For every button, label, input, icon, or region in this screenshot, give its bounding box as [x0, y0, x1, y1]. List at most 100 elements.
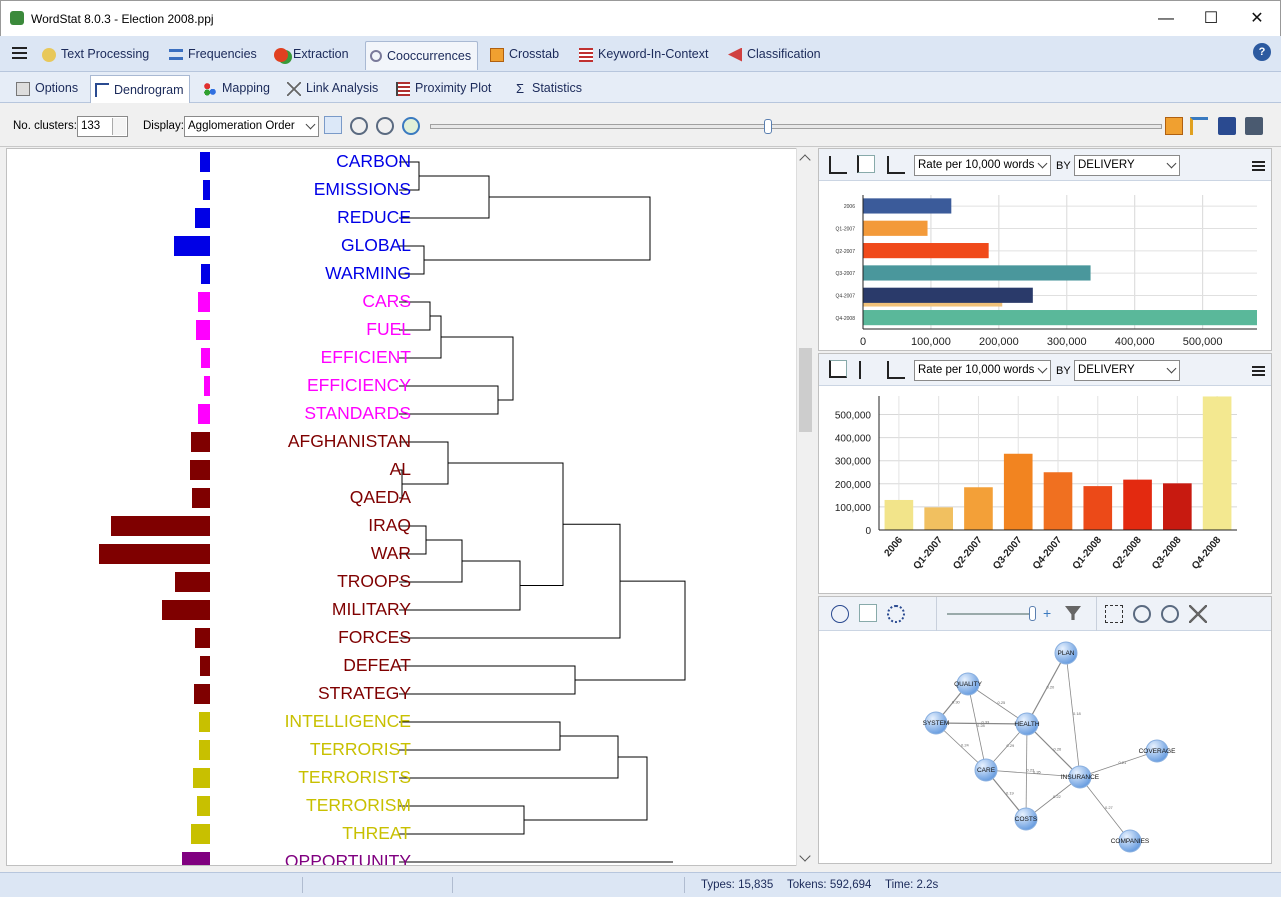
bar[interactable]: [863, 220, 928, 236]
dendrogram-word[interactable]: IRAQ: [368, 515, 411, 536]
bar[interactable]: [964, 487, 993, 530]
vertical-bar-chart-icon[interactable]: [829, 360, 847, 378]
dendrogram-word[interactable]: GLOBAL: [341, 235, 411, 256]
dendrogram-word[interactable]: AFGHANISTAN: [288, 431, 411, 452]
dendrogram-word[interactable]: STRATEGY: [318, 683, 411, 704]
by-select[interactable]: DELIVERY: [1074, 360, 1180, 381]
zoom-in-icon[interactable]: [1133, 605, 1151, 623]
bar[interactable]: [1123, 479, 1152, 530]
save-icon[interactable]: [1245, 117, 1263, 135]
line-chart-icon[interactable]: [887, 156, 905, 174]
tab-frequencies[interactable]: Frequencies: [165, 41, 263, 68]
bar[interactable]: [1083, 486, 1113, 530]
filter-icon[interactable]: [1065, 606, 1081, 620]
network-slider-thumb[interactable]: [1029, 606, 1036, 621]
tab-text-processing[interactable]: Text Processing: [38, 41, 155, 68]
chart-toolbar: Rate per 10,000 words BY DELIVERY: [819, 149, 1271, 181]
zoom-slider[interactable]: [430, 119, 1162, 134]
bar[interactable]: [863, 287, 1033, 303]
bar[interactable]: [1163, 483, 1192, 530]
dendrogram-word[interactable]: TERRORIST: [310, 739, 411, 760]
dendrogram-word[interactable]: THREAT: [342, 823, 411, 844]
tab-keyword-in-context[interactable]: Keyword-In-Context: [575, 41, 714, 68]
bar[interactable]: [863, 243, 989, 259]
dendrogram-word[interactable]: EFFICIENT: [321, 347, 411, 368]
tab-statistics[interactable]: Σ Statistics: [509, 75, 588, 102]
spinner-arrows-icon[interactable]: [112, 118, 126, 135]
dendrogram-word[interactable]: FUEL: [366, 319, 411, 340]
dendrogram-scrollbar[interactable]: [796, 148, 814, 866]
dendrogram-word[interactable]: TERRORISM: [306, 795, 411, 816]
scroll-down-icon[interactable]: [799, 850, 811, 862]
tab-link-analysis[interactable]: Link Analysis: [283, 75, 384, 102]
tab-dendrogram[interactable]: Dendrogram: [90, 75, 191, 104]
scatter-layout-icon[interactable]: [859, 604, 877, 622]
panel-menu-icon[interactable]: [1252, 366, 1265, 378]
line-chart-icon[interactable]: [887, 361, 905, 379]
measure-select[interactable]: Rate per 10,000 words: [914, 155, 1051, 176]
dendrogram-view-icon[interactable]: [324, 116, 342, 134]
dendrogram-word[interactable]: OPPORTUNITY: [285, 851, 411, 865]
zoom-fit-icon[interactable]: [402, 117, 420, 135]
help-icon[interactable]: ?: [1253, 43, 1271, 61]
bar[interactable]: [863, 265, 1091, 281]
close-button[interactable]: ✕: [1244, 7, 1270, 31]
dendrogram-word[interactable]: WARMING: [325, 263, 411, 284]
circle-layout-icon[interactable]: [887, 605, 905, 623]
dendrogram-word[interactable]: WAR: [371, 543, 411, 564]
bar[interactable]: [924, 507, 953, 530]
export-icon[interactable]: [1218, 117, 1236, 135]
dendrogram-word[interactable]: DEFEAT: [343, 655, 411, 676]
network-layout-icon[interactable]: [831, 605, 849, 623]
bar[interactable]: [884, 499, 914, 530]
measure-select[interactable]: Rate per 10,000 words: [914, 360, 1051, 381]
tab-classification[interactable]: Classification: [724, 41, 827, 68]
hamburger-menu-icon[interactable]: [12, 47, 27, 59]
panel-menu-icon[interactable]: [1252, 161, 1265, 173]
zoom-fit-icon[interactable]: [1105, 605, 1123, 623]
dendrogram-word[interactable]: QAEDA: [350, 487, 411, 508]
network-zoom-slider[interactable]: [947, 613, 1033, 615]
dendrogram-word[interactable]: EFFICIENCY: [307, 375, 411, 396]
bar[interactable]: [1003, 453, 1033, 530]
horizontal-bar-chart-icon[interactable]: [859, 361, 877, 379]
maximize-button[interactable]: ☐: [1198, 7, 1224, 31]
bar[interactable]: [863, 198, 952, 214]
dendrogram-word[interactable]: FORCES: [338, 627, 411, 648]
zoom-in-icon[interactable]: [350, 117, 368, 135]
vertical-bar-chart-icon[interactable]: [829, 156, 847, 174]
dendrogram-word[interactable]: STANDARDS: [304, 403, 411, 424]
tab-crosstab[interactable]: Crosstab: [486, 41, 565, 68]
zoom-out-icon[interactable]: [376, 117, 394, 135]
tab-extraction[interactable]: Extraction: [270, 41, 355, 68]
dendrogram-word[interactable]: INTELLIGENCE: [285, 711, 411, 732]
dendrogram-word[interactable]: EMISSIONS: [314, 179, 411, 200]
clusters-spinner[interactable]: 133: [77, 116, 128, 137]
by-select[interactable]: DELIVERY: [1074, 155, 1180, 176]
dendrogram-word[interactable]: MILITARY: [332, 599, 411, 620]
bar[interactable]: [1043, 472, 1073, 530]
link-graph-icon[interactable]: [1189, 605, 1207, 623]
horizontal-bar-chart-icon[interactable]: [857, 155, 875, 173]
dendrogram-word[interactable]: TERRORISTS: [298, 767, 411, 788]
tab-proximity-plot[interactable]: Proximity Plot: [392, 75, 497, 102]
minimize-button[interactable]: —: [1153, 7, 1179, 31]
bar[interactable]: [1202, 396, 1232, 530]
dendrogram-word[interactable]: REDUCE: [337, 207, 411, 228]
display-select[interactable]: Agglomeration Order: [184, 116, 319, 137]
dendrogram-word[interactable]: CARS: [362, 291, 411, 312]
dendrogram-word[interactable]: AL: [390, 459, 411, 480]
bar[interactable]: [863, 310, 1257, 326]
scroll-thumb[interactable]: [799, 348, 812, 432]
plus-icon[interactable]: +: [1043, 606, 1057, 620]
tree-icon[interactable]: [1190, 117, 1208, 135]
tab-mapping[interactable]: Mapping: [199, 75, 276, 102]
scroll-up-icon[interactable]: [799, 154, 811, 166]
tab-cooccurrences[interactable]: Cooccurrences: [365, 41, 479, 70]
table-icon[interactable]: [1165, 117, 1183, 135]
zoom-out-icon[interactable]: [1161, 605, 1179, 623]
slider-thumb[interactable]: [764, 119, 772, 134]
dendrogram-word[interactable]: TROOPS: [337, 571, 411, 592]
dendrogram-word[interactable]: CARBON: [336, 151, 411, 172]
tab-options[interactable]: Options: [12, 75, 84, 102]
